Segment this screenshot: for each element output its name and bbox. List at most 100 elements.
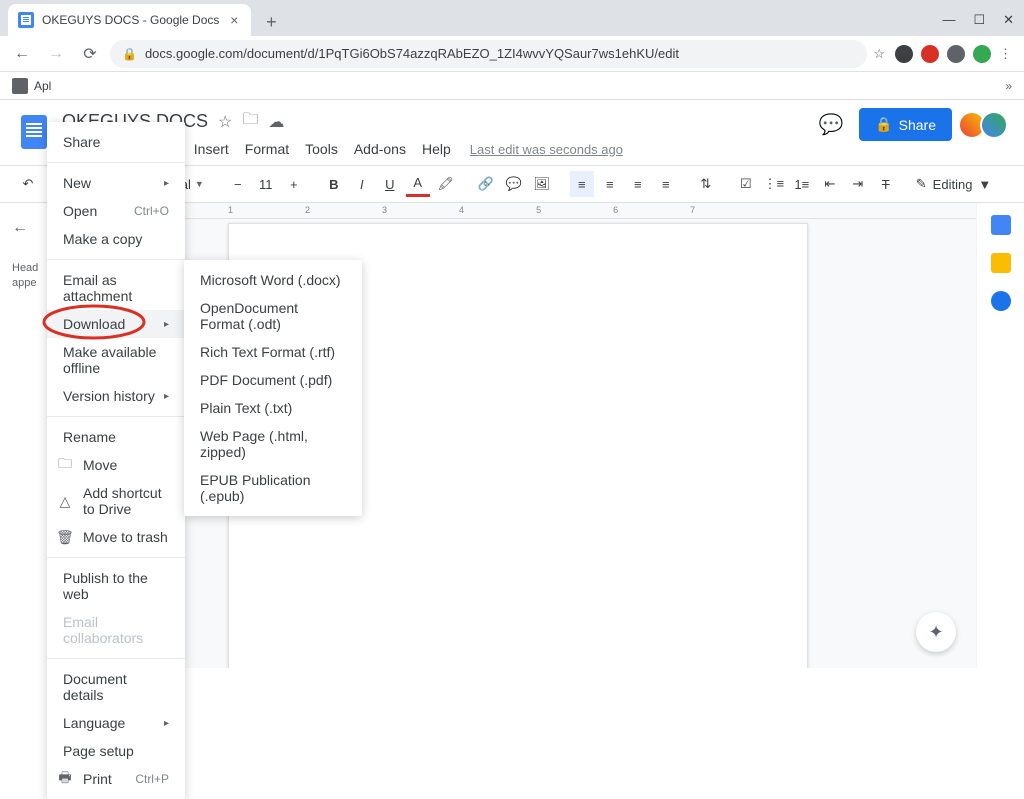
outline-collapse-icon[interactable]: ← (12, 219, 35, 237)
undo-button[interactable]: ↶ (16, 171, 40, 197)
insert-image-button[interactable]: 🖼 (530, 171, 554, 197)
ext-abp-icon[interactable] (921, 45, 939, 63)
download-odt[interactable]: OpenDocument Format (.odt) (184, 294, 362, 338)
menu-move-trash[interactable]: 🗑Move to trash (47, 523, 185, 551)
ruler-mark: 3 (382, 205, 387, 215)
menu-download[interactable]: Download▸ (47, 310, 185, 338)
shortcut-label: Ctrl+P (135, 772, 169, 786)
window-maximize-icon[interactable]: ☐ (973, 12, 985, 28)
underline-button[interactable]: U (378, 171, 402, 197)
bulleted-list-button[interactable]: ⋮≡ (762, 171, 786, 197)
close-tab-icon[interactable]: × (227, 13, 241, 27)
window-close-icon[interactable]: ✕ (1003, 12, 1014, 28)
download-txt[interactable]: Plain Text (.txt) (184, 394, 362, 422)
menu-make-offline[interactable]: Make available offline (47, 338, 185, 382)
menu-doc-details[interactable]: Document details (47, 665, 185, 709)
share-button[interactable]: 🔒 Share (859, 108, 952, 141)
menu-version-history[interactable]: Version history▸ (47, 382, 185, 410)
clear-formatting-button[interactable]: T (874, 171, 898, 197)
browser-tab[interactable]: OKEGUYS DOCS - Google Docs × (8, 4, 251, 36)
address-bar: ← → ⟳ 🔒 docs.google.com/document/d/1PqTG… (0, 36, 1024, 72)
menu-share[interactable]: Share (47, 128, 185, 156)
explore-button[interactable]: ✦ (916, 612, 956, 652)
ext-icon-3[interactable] (973, 45, 991, 63)
outline-placeholder: Headappe (12, 261, 35, 292)
keep-app-icon[interactable] (991, 253, 1011, 273)
last-edit-text[interactable]: Last edit was seconds ago (470, 142, 623, 157)
back-button[interactable]: ← (8, 40, 36, 68)
editing-mode-select[interactable]: ✎ Editing ▼ (906, 176, 1002, 192)
menu-make-copy[interactable]: Make a copy (47, 225, 185, 253)
decrease-indent-button[interactable]: ⇤ (818, 171, 842, 197)
star-icon[interactable]: ☆ (218, 112, 232, 132)
menu-tools[interactable]: Tools (298, 139, 345, 159)
forward-button[interactable]: → (42, 40, 70, 68)
star-icon[interactable]: ☆ (873, 46, 885, 62)
insert-link-button[interactable]: 🔗 (474, 171, 498, 197)
url-input[interactable]: 🔒 docs.google.com/document/d/1PqTGi6ObS7… (110, 40, 867, 68)
menu-help[interactable]: Help (415, 139, 458, 159)
new-tab-button[interactable]: + (257, 8, 285, 36)
ext-icon-1[interactable] (895, 45, 913, 63)
highlight-button[interactable]: 🖍 (434, 171, 458, 197)
download-rtf[interactable]: Rich Text Format (.rtf) (184, 338, 362, 366)
menu-print[interactable]: 🖶PrintCtrl+P (47, 765, 185, 793)
menu-add-shortcut[interactable]: △Add shortcut to Drive (47, 479, 185, 523)
numbered-list-button[interactable]: 1≡ (790, 171, 814, 197)
tasks-app-icon[interactable] (991, 291, 1011, 311)
checklist-button[interactable]: ☑ (734, 171, 758, 197)
line-spacing-button[interactable]: ⇅ (694, 171, 718, 197)
download-pdf[interactable]: PDF Document (.pdf) (184, 366, 362, 394)
menu-page-setup[interactable]: Page setup (47, 737, 185, 765)
window-minimize-icon[interactable]: — (942, 12, 955, 28)
caret-down-icon: ▼ (978, 177, 991, 192)
chrome-menu-icon[interactable]: ⋮ (999, 46, 1012, 62)
ruler-mark: 2 (305, 205, 310, 215)
bookmark-item[interactable]: Apl (34, 79, 51, 93)
align-left-button[interactable]: ≡ (570, 171, 594, 197)
align-center-button[interactable]: ≡ (598, 171, 622, 197)
menu-rename[interactable]: Rename (47, 423, 185, 451)
increase-indent-button[interactable]: ⇥ (846, 171, 870, 197)
italic-button[interactable]: I (350, 171, 374, 197)
download-docx[interactable]: Microsoft Word (.docx) (184, 266, 362, 294)
ruler[interactable]: 1 2 3 4 5 6 7 (48, 203, 976, 219)
download-epub[interactable]: EPUB Publication (.epub) (184, 466, 362, 510)
overflow-icon[interactable]: » (1005, 79, 1012, 93)
align-right-button[interactable]: ≡ (626, 171, 650, 197)
comments-button[interactable]: 💬 (815, 109, 847, 141)
download-html[interactable]: Web Page (.html, zipped) (184, 422, 362, 466)
lock-icon: 🔒 (875, 116, 892, 133)
menu-open[interactable]: OpenCtrl+O (47, 197, 185, 225)
font-size-input[interactable]: 11 (254, 171, 278, 197)
folder-icon: 🗀 (57, 457, 73, 473)
trash-icon: 🗑 (57, 529, 73, 545)
menu-publish-web[interactable]: Publish to the web (47, 564, 185, 608)
extensions-icon[interactable] (947, 45, 965, 63)
font-size-decrease[interactable]: − (226, 171, 250, 197)
cloud-icon[interactable]: ☁ (268, 112, 284, 132)
extensions: ⋮ (891, 45, 1016, 63)
submenu-arrow-icon: ▸ (164, 319, 169, 330)
calendar-app-icon[interactable] (991, 215, 1011, 235)
insert-comment-button[interactable]: 💬 (502, 171, 526, 197)
font-size-increase[interactable]: + (282, 171, 306, 197)
menu-move[interactable]: 🗀Move (47, 451, 185, 479)
menu-email-attachment[interactable]: Email as attachment (47, 266, 185, 310)
move-icon[interactable]: 🗀 (242, 108, 258, 135)
menu-language[interactable]: Language▸ (47, 709, 185, 737)
caret-down-icon: ▼ (195, 179, 204, 189)
reload-button[interactable]: ⟳ (76, 40, 104, 68)
avatar-stack[interactable] (964, 111, 1008, 139)
text-color-button[interactable]: A (406, 171, 430, 197)
align-justify-button[interactable]: ≡ (654, 171, 678, 197)
submenu-arrow-icon: ▸ (164, 718, 169, 729)
collapse-toolbar-button[interactable]: ˆ (1017, 171, 1024, 197)
menu-format[interactable]: Format (238, 139, 296, 159)
menu-new[interactable]: New▸ (47, 169, 185, 197)
pencil-icon: ✎ (916, 176, 927, 192)
bookmarks-bar: Apl » (0, 72, 1024, 100)
bold-button[interactable]: B (322, 171, 346, 197)
menu-insert[interactable]: Insert (187, 139, 236, 159)
menu-addons[interactable]: Add-ons (347, 139, 413, 159)
